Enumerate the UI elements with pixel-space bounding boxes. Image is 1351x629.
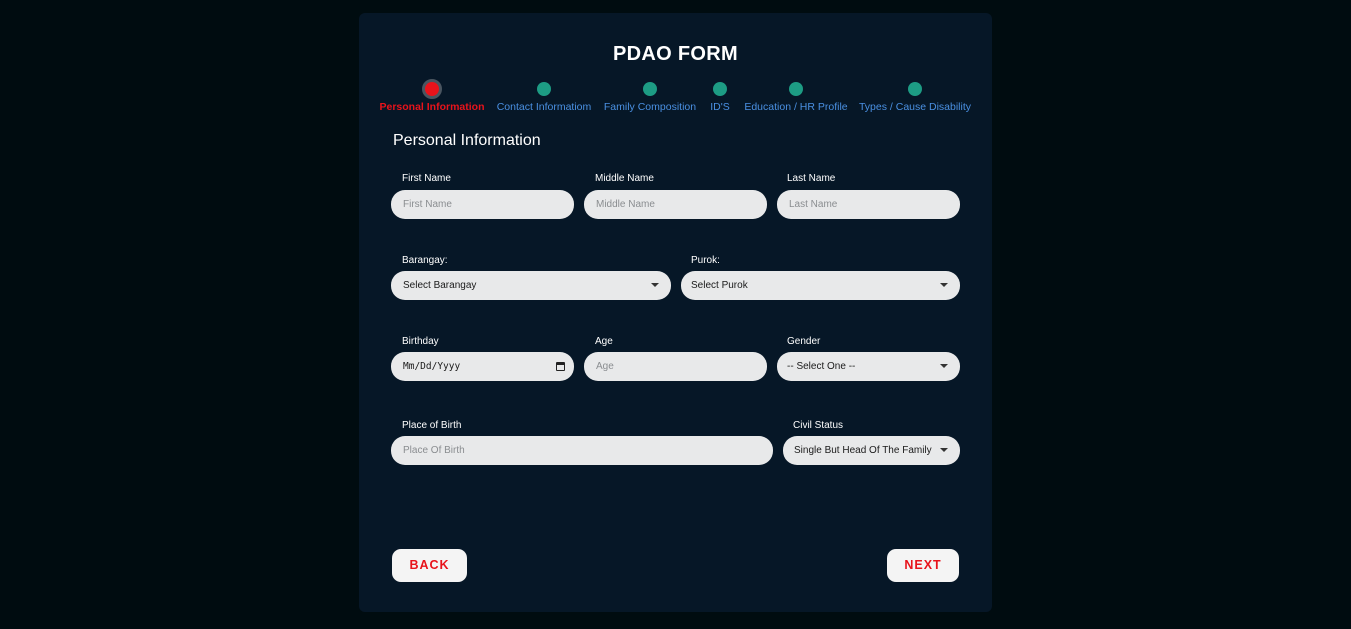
last-name-input[interactable]: Last Name <box>777 190 960 219</box>
birthday-label: Birthday <box>402 336 439 347</box>
place-of-birth-label: Place of Birth <box>402 420 462 431</box>
step-indicator-dot <box>422 79 442 99</box>
chevron-down-icon <box>651 283 659 287</box>
middle-name-input[interactable]: Middle Name <box>584 190 767 219</box>
step-indicator-dot <box>537 82 551 96</box>
back-button[interactable]: BACK <box>392 549 467 582</box>
step-types-cause-disability[interactable]: Types / Cause Disability <box>835 79 995 113</box>
barangay-select[interactable]: Select Barangay <box>391 271 671 300</box>
chevron-down-icon <box>940 448 948 452</box>
purok-selected-value: Select Purok <box>691 280 748 291</box>
barangay-selected-value: Select Barangay <box>403 280 477 291</box>
step-indicator-dot <box>908 82 922 96</box>
middle-name-label: Middle Name <box>595 173 654 184</box>
gender-select[interactable]: -- Select One -- <box>777 352 960 381</box>
chevron-down-icon <box>940 283 948 287</box>
birthday-date-input[interactable]: Mm/Dd/Yyyy <box>391 352 574 381</box>
purok-select[interactable]: Select Purok <box>681 271 960 300</box>
chevron-down-icon <box>940 364 948 368</box>
civil-status-select[interactable]: Single But Head Of The Family <box>783 436 960 465</box>
civil-status-selected-value: Single But Head Of The Family <box>794 445 932 456</box>
first-name-input[interactable]: First Name <box>391 190 574 219</box>
form-card: PDAO FORM Personal Information Contact I… <box>359 13 992 612</box>
barangay-label: Barangay: <box>402 255 448 266</box>
form-title: PDAO FORM <box>613 43 738 65</box>
birthday-value: Mm/Dd/Yyyy <box>403 361 461 372</box>
gender-label: Gender <box>787 336 821 347</box>
step-indicator-dot <box>789 82 803 96</box>
place-of-birth-input[interactable]: Place Of Birth <box>391 436 773 465</box>
gender-selected-value: -- Select One -- <box>787 361 856 372</box>
section-title: Personal Information <box>393 132 541 149</box>
purok-label: Purok: <box>691 255 720 266</box>
calendar-icon[interactable] <box>556 362 565 371</box>
civil-status-label: Civil Status <box>793 420 844 431</box>
step-label: Types / Cause Disability <box>858 101 972 113</box>
last-name-label: Last Name <box>787 173 836 184</box>
age-label: Age <box>595 336 613 347</box>
age-input[interactable]: Age <box>584 352 767 381</box>
first-name-label: First Name <box>402 173 451 184</box>
next-button[interactable]: NEXT <box>887 549 959 582</box>
